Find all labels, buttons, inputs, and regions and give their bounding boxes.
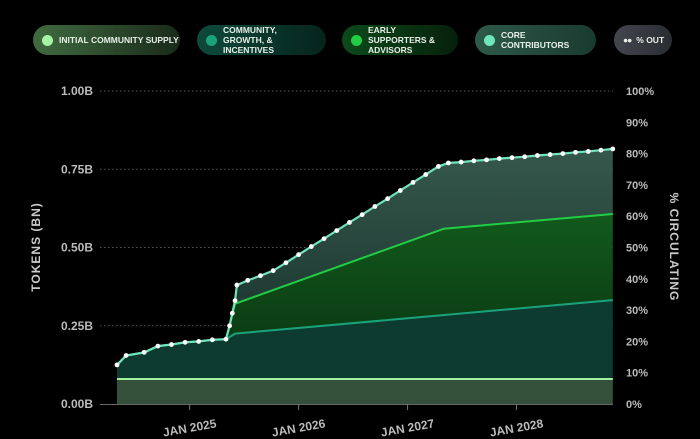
data-point bbox=[610, 146, 616, 152]
data-point bbox=[258, 273, 263, 279]
data-point bbox=[385, 196, 390, 202]
data-point bbox=[229, 310, 235, 316]
data-point bbox=[436, 164, 441, 169]
y-tick-label: 0.00B bbox=[61, 397, 93, 411]
data-point bbox=[535, 153, 540, 158]
data-point bbox=[321, 236, 327, 242]
data-point bbox=[547, 152, 553, 157]
data-point bbox=[397, 188, 403, 193]
y-right-tick-label: 90% bbox=[626, 117, 648, 129]
x-tick-label: JAN 2028 bbox=[489, 416, 545, 439]
y-tick-label: 0.50B bbox=[61, 241, 93, 255]
data-point bbox=[234, 282, 240, 288]
data-point bbox=[573, 149, 578, 155]
data-point bbox=[155, 343, 161, 349]
data-point bbox=[496, 156, 502, 162]
data-point bbox=[372, 204, 378, 209]
data-point bbox=[598, 147, 604, 153]
data-point bbox=[458, 159, 464, 165]
data-point bbox=[484, 157, 489, 163]
y-right-tick-label: 60% bbox=[626, 211, 648, 223]
data-point bbox=[196, 339, 202, 344]
data-point bbox=[169, 342, 174, 347]
y-tick-label: 0.25B bbox=[61, 319, 93, 333]
data-point bbox=[509, 155, 515, 161]
data-point bbox=[209, 337, 215, 343]
y-right-tick-label: 70% bbox=[626, 180, 648, 192]
data-point bbox=[123, 353, 129, 358]
data-point bbox=[232, 298, 238, 304]
data-point bbox=[446, 160, 451, 166]
chart: 0.00B 0.25B 0.50B 0.75B 1.00B 0% 10% 20% 30% 40% 5… bbox=[29, 84, 681, 439]
x-tick-label: JAN 2027 bbox=[380, 416, 436, 439]
y-right-tick-label: 100% bbox=[626, 86, 654, 98]
data-point bbox=[560, 151, 566, 157]
data-point bbox=[522, 154, 528, 160]
data-point bbox=[334, 228, 340, 233]
y-right-tick-label: 80% bbox=[626, 149, 648, 161]
y-right-tick-label: 30% bbox=[626, 305, 648, 317]
data-point bbox=[245, 277, 251, 283]
y-right-tick-label: 40% bbox=[626, 274, 648, 286]
x-tick-label: JAN 2026 bbox=[271, 416, 327, 439]
data-point bbox=[114, 362, 120, 368]
data-point bbox=[471, 158, 477, 164]
data-point bbox=[359, 212, 365, 218]
data-point bbox=[270, 268, 276, 274]
data-point bbox=[347, 220, 352, 225]
area-initial-community-supply bbox=[117, 379, 613, 404]
y-tick-label: 0.75B bbox=[61, 162, 93, 176]
y-right-tick-label: 50% bbox=[626, 243, 648, 255]
data-point bbox=[296, 252, 301, 258]
y-right-tick-label: 20% bbox=[626, 336, 648, 348]
data-point bbox=[283, 260, 289, 266]
y-axis-label: TOKENS (BN) bbox=[29, 202, 43, 291]
data-point bbox=[308, 244, 314, 249]
data-point bbox=[585, 149, 591, 154]
y-right-tick-label: 0% bbox=[626, 399, 642, 411]
x-tick-label: JAN 2025 bbox=[162, 416, 218, 439]
data-point bbox=[227, 323, 232, 329]
data-point bbox=[141, 349, 147, 355]
data-point bbox=[423, 172, 429, 177]
y-axis-right-label: % CIRCULATING bbox=[667, 193, 681, 302]
y-tick-label: 1.00B bbox=[61, 84, 93, 98]
data-point bbox=[223, 336, 229, 342]
data-point bbox=[182, 339, 188, 345]
data-point bbox=[410, 179, 416, 185]
y-right-tick-label: 10% bbox=[626, 368, 648, 380]
